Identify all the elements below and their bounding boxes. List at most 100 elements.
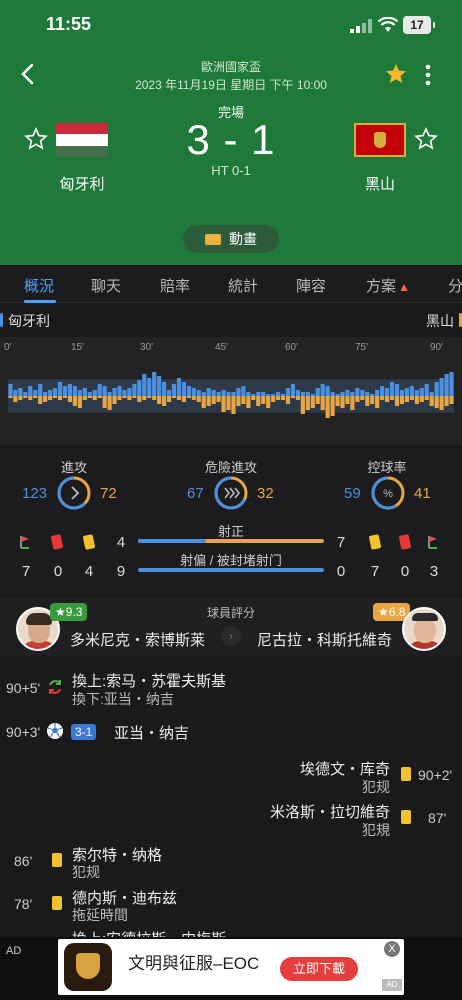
animation-button[interactable]: 動畫	[183, 225, 279, 253]
home-momentum-bar	[67, 384, 73, 396]
away-momentum-bar	[127, 396, 132, 400]
away-momentum-bar	[201, 396, 206, 408]
away-momentum-bar	[206, 396, 211, 406]
on-target-home-bar	[138, 539, 206, 543]
away-team-name[interactable]: 黑山	[340, 173, 420, 194]
event-minute: 90+5'	[6, 680, 41, 696]
danger-label: 危險進攻	[204, 460, 257, 475]
away-momentum-bar	[176, 396, 182, 400]
tab-chat[interactable]: 聊天	[91, 275, 121, 296]
clock: 11:55	[46, 14, 92, 34]
away-shots-on-target: 7	[336, 534, 346, 551]
signal-icon	[350, 19, 372, 33]
away-momentum-bar	[137, 396, 142, 402]
home-momentum-bar	[424, 384, 429, 396]
home-indicator[interactable]	[150, 990, 312, 995]
chevron-right-icon[interactable]: ›	[221, 626, 241, 646]
possession-away: 41	[414, 485, 431, 502]
home-momentum-bar	[147, 378, 152, 396]
home-momentum-bar	[365, 392, 370, 396]
montenegro-flag[interactable]	[354, 123, 406, 157]
away-momentum-bar	[132, 396, 137, 398]
home-momentum-bar	[196, 390, 201, 396]
away-momentum-bar	[236, 396, 241, 406]
hungary-flag[interactable]	[56, 123, 108, 157]
home-momentum-bar	[181, 382, 186, 396]
ad-title[interactable]: 文明與征服–EOC	[128, 949, 259, 974]
home-momentum-bar	[226, 392, 231, 396]
home-momentum-bar	[325, 386, 330, 396]
away-momentum-bar	[117, 396, 122, 400]
away-momentum-bar	[112, 396, 117, 404]
home-momentum-bar	[8, 384, 13, 396]
home-player-name[interactable]: 多米尼克・索博斯莱	[70, 629, 205, 650]
card-reason: 犯規	[362, 822, 390, 838]
home-momentum-bar	[350, 392, 355, 396]
shots-off-target-label: 射偏 / 被封堵射门	[180, 553, 282, 568]
away-momentum-bar	[365, 396, 370, 406]
home-momentum-bar	[132, 384, 137, 396]
card-reason: 犯规	[72, 864, 100, 880]
away-momentum-bar	[23, 396, 28, 398]
home-momentum-bar	[271, 394, 276, 396]
away-momentum-bar	[246, 396, 251, 408]
away-momentum-bar	[97, 396, 102, 398]
away-momentum-bar	[305, 396, 310, 410]
yellow-card-icon	[401, 810, 411, 824]
away-momentum-bar	[33, 396, 38, 398]
sub-out: 換下:亚当・纳吉	[72, 691, 174, 707]
home-momentum-bar	[117, 386, 122, 396]
away-momentum-bar	[251, 396, 256, 400]
home-momentum-bar	[53, 388, 58, 396]
follow-away-star-icon[interactable]	[414, 127, 438, 151]
home-momentum-bar	[330, 392, 335, 396]
home-momentum-bar	[13, 390, 18, 396]
follow-home-star-icon[interactable]	[24, 127, 48, 151]
sub-in: 換上:索马・苏霍夫斯基	[72, 673, 227, 690]
home-momentum-bar	[231, 392, 236, 396]
home-momentum-bar	[236, 388, 241, 396]
home-team-name[interactable]: 匈牙利	[42, 173, 122, 194]
tab-lineup[interactable]: 陣容	[296, 275, 326, 296]
home-momentum-bar	[345, 390, 350, 396]
home-momentum-bar	[62, 386, 68, 396]
away-momentum-bar	[102, 396, 107, 408]
fire-icon: ▲	[398, 280, 410, 294]
away-momentum-bar	[77, 396, 82, 408]
goal-scorer: 亚当・纳吉	[114, 725, 190, 742]
home-momentum-bar	[370, 394, 375, 396]
away-shots-off-target: 0	[336, 563, 346, 580]
away-yellow-cards: 7	[370, 563, 380, 580]
tab-stats[interactable]: 統計	[228, 275, 258, 296]
ad-card[interactable]: 文明與征服–EOC 立即下載 X AD	[58, 939, 404, 995]
event-minute: 90+3'	[6, 724, 41, 740]
home-momentum-bar	[389, 382, 395, 396]
away-momentum-bar	[310, 396, 315, 408]
yellow-card-icon	[52, 896, 62, 910]
away-rating-value: 6.8	[388, 605, 406, 619]
tab-overview[interactable]: 概況	[24, 275, 54, 296]
ad-label: AD	[6, 945, 22, 957]
home-momentum-bar	[404, 388, 409, 396]
away-momentum-bar	[345, 396, 350, 404]
player-ratings[interactable]: ★9.3 球員評分 多米尼克・索博斯莱 › 尼古拉・科斯托維奇 ★6.8	[0, 597, 462, 657]
home-momentum-bar	[33, 390, 38, 396]
home-momentum-bar	[221, 390, 226, 396]
away-player-name[interactable]: 尼古拉・科斯托維奇	[257, 629, 392, 650]
momentum-teams: 匈牙利 黑山	[0, 309, 462, 331]
tab-tips[interactable]: 方案 ▲	[366, 275, 410, 296]
away-momentum-bar	[191, 396, 196, 400]
away-momentum-bar	[414, 396, 419, 404]
tab-odds[interactable]: 賠率	[160, 275, 190, 296]
game-app-icon[interactable]	[64, 943, 112, 991]
more-options-icon[interactable]	[420, 64, 436, 86]
away-momentum-bar	[122, 396, 127, 398]
favorite-star-icon[interactable]	[384, 62, 408, 86]
away-momentum-bar	[370, 396, 375, 404]
away-momentum-bar	[276, 396, 281, 400]
tab-more[interactable]: 分	[448, 275, 462, 296]
download-now-button[interactable]: 立即下載	[280, 957, 358, 981]
close-icon[interactable]: X	[384, 941, 400, 957]
home-momentum-bar	[280, 394, 286, 396]
away-player-avatar[interactable]	[402, 607, 446, 651]
